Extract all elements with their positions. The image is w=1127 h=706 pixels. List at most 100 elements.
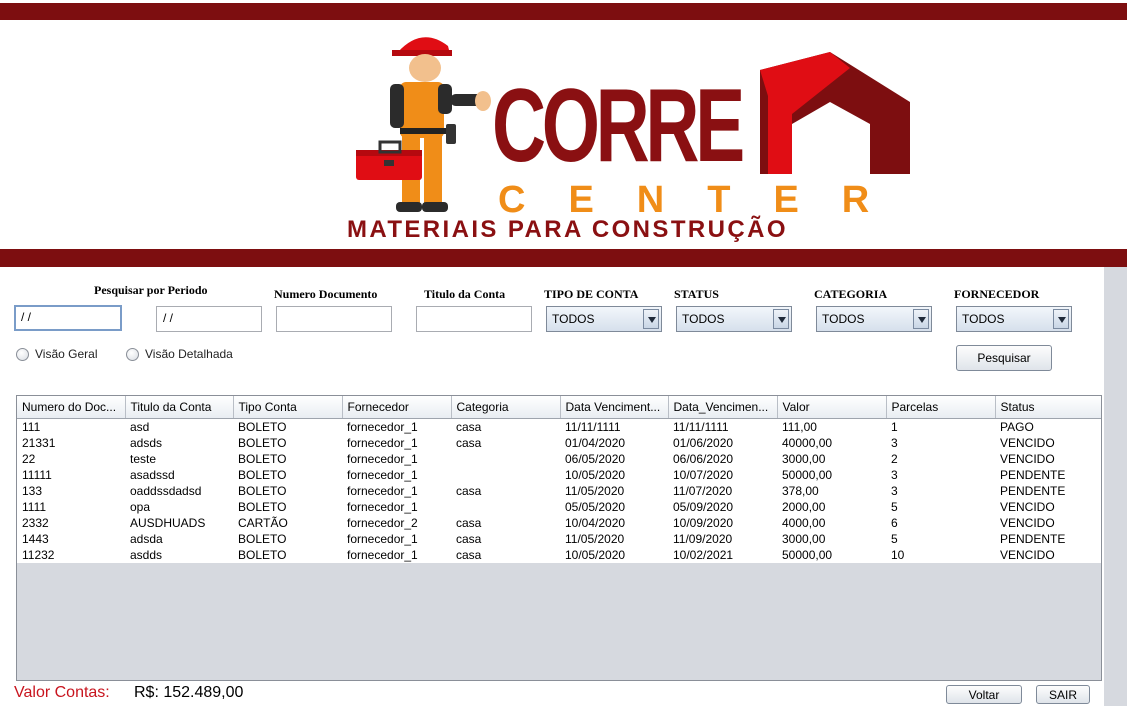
table-cell: casa	[456, 515, 482, 530]
table-cell: 11/05/2020	[565, 483, 625, 498]
total-value: R$: 152.489,00	[134, 684, 244, 701]
doc-number-field[interactable]	[276, 306, 392, 332]
table-cell: VENCIDO	[1000, 499, 1055, 514]
column-header-status[interactable]: Status	[995, 396, 1101, 419]
column-header-doc-number[interactable]: Numero do Doc...	[17, 396, 126, 419]
category-select[interactable]: TODOS	[816, 306, 932, 332]
date-start-field[interactable]: / /	[14, 305, 122, 331]
table-cell: 11/07/2020	[673, 483, 733, 498]
column-header-title[interactable]: Titulo da Conta	[125, 396, 234, 419]
table-cell: fornecedor_2	[347, 515, 418, 530]
table-cell: 10/05/2020	[565, 467, 626, 482]
exit-button[interactable]: SAIR	[1036, 685, 1090, 704]
table-row[interactable]: 11232 asdds BOLETO fornecedor_1 casa 10/05/20…	[17, 547, 1101, 563]
chevron-down-icon[interactable]	[773, 309, 789, 329]
table-row[interactable]: 22 teste BOLETO fornecedor_1 06/05/2020 06/06…	[17, 451, 1101, 467]
table-cell: BOLETO	[238, 531, 287, 546]
table-cell: fornecedor_1	[347, 467, 418, 482]
title-field[interactable]	[416, 306, 532, 332]
table-cell: fornecedor_1	[347, 483, 418, 498]
table-row[interactable]: 1443 adsda BOLETO fornecedor_1 casa 11/05/202…	[17, 531, 1101, 547]
table-cell: 10/07/2020	[673, 467, 734, 482]
accounts-table[interactable]: Numero do Doc... Titulo da Conta Tipo Co…	[16, 395, 1102, 681]
table-cell: BOLETO	[238, 451, 287, 466]
table-cell: BOLETO	[238, 467, 287, 482]
table-cell: 11/11/1111	[673, 419, 729, 434]
table-cell: fornecedor_1	[347, 531, 418, 546]
table-cell: 06/06/2020	[673, 451, 734, 466]
column-header-type[interactable]: Tipo Conta	[233, 396, 343, 419]
radio-circle-icon[interactable]	[16, 347, 29, 361]
brand-tagline: MATERIAIS PARA CONSTRUÇÃO	[347, 216, 788, 243]
table-cell: 05/05/2020	[565, 499, 626, 514]
view-general-radio[interactable]: Visão Geral	[16, 347, 97, 361]
category-label: CATEGORIA	[814, 287, 888, 301]
column-header-due-date-2[interactable]: Data_Vencimen...	[668, 396, 778, 419]
table-row[interactable]: 133 oaddssdadsd BOLETO fornecedor_1 casa 11/0…	[17, 483, 1101, 499]
table-cell: 01/04/2020	[565, 435, 626, 450]
table-cell: VENCIDO	[1000, 547, 1055, 562]
table-cell: oaddssdadsd	[130, 483, 202, 498]
table-cell: 2000,00	[782, 499, 826, 514]
chevron-down-icon[interactable]	[913, 309, 929, 329]
date-end-field[interactable]: / /	[156, 306, 262, 332]
table-cell: opa	[130, 499, 151, 514]
back-button[interactable]: Voltar	[946, 685, 1022, 704]
table-cell: CARTÃO	[238, 515, 288, 530]
view-detailed-radio[interactable]: Visão Detalhada	[126, 347, 233, 361]
table-row[interactable]: 11111 asadssd BOLETO fornecedor_1 10/05/2020…	[17, 467, 1101, 483]
chevron-down-icon[interactable]	[1053, 309, 1069, 329]
table-cell: 3	[891, 435, 898, 450]
table-cell: 4000,00	[782, 515, 826, 530]
table-row[interactable]: 111 asd BOLETO fornecedor_1 casa 11/11/1111 11…	[17, 418, 1101, 435]
radio-circle-icon[interactable]	[126, 347, 139, 361]
table-cell: BOLETO	[238, 483, 287, 498]
table-cell: 1443	[22, 531, 49, 546]
table-cell: adsda	[130, 531, 163, 546]
table-cell: 1	[891, 419, 898, 434]
status-select[interactable]: TODOS	[676, 306, 792, 332]
chevron-down-icon[interactable]	[643, 309, 659, 329]
supplier-select[interactable]: TODOS	[956, 306, 1072, 332]
search-button[interactable]: Pesquisar	[956, 345, 1052, 371]
column-header-installments[interactable]: Parcelas	[886, 396, 996, 419]
header-top-bar	[0, 3, 1127, 20]
table-cell	[451, 451, 560, 467]
column-header-value[interactable]: Valor	[777, 396, 887, 419]
header-bottom-bar	[0, 249, 1127, 267]
view-general-label: Visão Geral	[35, 347, 98, 361]
total-label: Valor Contas:	[14, 684, 110, 701]
table-cell: fornecedor_1	[347, 451, 418, 466]
column-header-category[interactable]: Categoria	[451, 396, 561, 419]
table-header-row: Numero do Doc... Titulo da Conta Tipo Co…	[17, 396, 1101, 419]
table-cell: fornecedor_1	[347, 435, 418, 450]
table-cell: 1111	[22, 499, 47, 514]
table-cell: 10/09/2020	[673, 515, 734, 530]
table-cell: VENCIDO	[1000, 451, 1055, 466]
table-cell: casa	[456, 531, 482, 546]
table-cell: 50000,00	[782, 547, 833, 562]
category-value: TODOS	[822, 312, 865, 326]
table-cell: 21331	[22, 435, 56, 450]
account-type-select[interactable]: TODOS	[546, 306, 662, 332]
table-cell: asd	[130, 419, 150, 434]
title-label: Titulo da Conta	[424, 287, 506, 301]
table-cell: casa	[456, 419, 482, 434]
table-cell: PENDENTE	[1000, 531, 1066, 546]
column-header-due-date[interactable]: Data Venciment...	[560, 396, 669, 419]
table-cell: casa	[456, 483, 482, 498]
account-type-value: TODOS	[552, 312, 595, 326]
table-cell: 11111	[22, 467, 52, 482]
table-cell: fornecedor_1	[347, 499, 418, 514]
period-label: Pesquisar por Periodo	[94, 283, 208, 297]
table-cell: casa	[456, 435, 482, 450]
doc-number-label: Numero Documento	[274, 287, 378, 301]
table-row[interactable]: 2332 AUSDHUADS CARTÃO fornecedor_2 casa 10/04…	[17, 515, 1101, 531]
table-cell: PENDENTE	[1000, 467, 1066, 482]
table-cell: 3000,00	[782, 451, 826, 466]
table-cell: 22	[22, 451, 36, 466]
table-row[interactable]: 21331 adsds BOLETO fornecedor_1 casa 01/04/20…	[17, 435, 1101, 451]
table-row[interactable]: 1111 opa BOLETO fornecedor_1 05/05/2020 05/09…	[17, 499, 1101, 515]
table-cell: BOLETO	[238, 419, 287, 434]
column-header-supplier[interactable]: Fornecedor	[342, 396, 452, 419]
